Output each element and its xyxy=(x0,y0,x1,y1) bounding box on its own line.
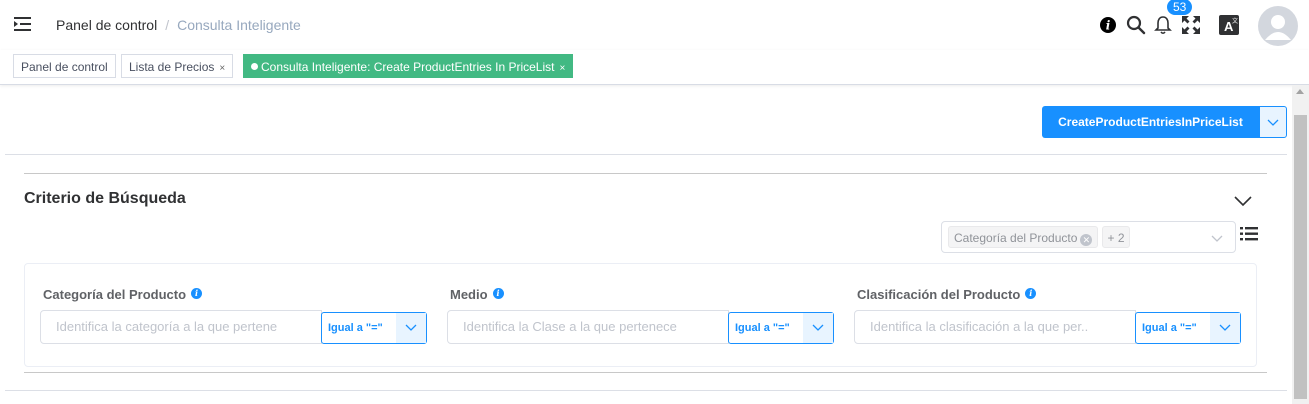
field-label-text: Medio xyxy=(450,287,488,302)
info-icon[interactable]: i xyxy=(191,288,203,299)
create-product-entries-button[interactable]: CreateProductEntriesInPriceList xyxy=(1042,106,1259,138)
operator-label: Igual a "=" xyxy=(735,322,790,334)
operator-select[interactable]: Igual a "=" xyxy=(728,312,834,344)
avatar[interactable] xyxy=(1258,6,1298,46)
action-dropdown-button[interactable] xyxy=(1259,106,1287,138)
tag-label: Lista de Precios xyxy=(129,60,215,74)
scroll-up-icon[interactable] xyxy=(1296,89,1304,94)
translate-icon[interactable]: A文 xyxy=(1219,15,1239,40)
tag-consulta-inteligente[interactable]: Consulta Inteligente: Create ProductEntr… xyxy=(243,54,574,78)
svg-text:i: i xyxy=(1106,19,1111,33)
divider xyxy=(24,372,1267,373)
tag-label: Panel de control xyxy=(21,60,108,74)
info-icon[interactable]: i xyxy=(1025,288,1037,299)
scrollbar-thumb[interactable] xyxy=(1294,115,1307,399)
search-criteria-title: Criterio de Búsqueda xyxy=(24,190,186,207)
tag-lista-de-precios[interactable]: Lista de Precios × xyxy=(121,54,234,78)
classification-input[interactable]: Identifica la clasificación a la que per… xyxy=(854,310,1136,344)
tag-label: Consulta Inteligente: Create ProductEntr… xyxy=(261,60,555,74)
operator-select[interactable]: Igual a "=" xyxy=(321,312,427,344)
close-icon[interactable]: × xyxy=(559,63,565,74)
chip-close-icon[interactable]: ✕ xyxy=(1080,234,1093,246)
field-label: Medio i xyxy=(450,287,504,302)
svg-text:文: 文 xyxy=(1232,17,1238,25)
info-icon[interactable]: i xyxy=(492,288,504,299)
divider xyxy=(5,154,1287,155)
field-label: Categoría del Producto i xyxy=(43,287,203,302)
list-icon[interactable] xyxy=(1240,226,1258,249)
field-label-text: Clasificación del Producto xyxy=(857,287,1021,302)
chevron-down-icon xyxy=(1211,231,1223,249)
operator-select[interactable]: Igual a "=" xyxy=(1135,312,1241,344)
breadcrumb-current: Consulta Inteligente xyxy=(177,17,301,33)
breadcrumb-home[interactable]: Panel de control xyxy=(56,17,157,33)
bell-icon[interactable] xyxy=(1154,15,1172,40)
fullscreen-icon[interactable] xyxy=(1181,15,1201,40)
navbar: Panel de control / Consulta Inteligente i … xyxy=(0,0,1309,50)
menu-fold-icon[interactable] xyxy=(14,15,32,33)
chevron-down-icon xyxy=(1219,324,1231,331)
scrollbar[interactable] xyxy=(1292,85,1309,404)
tag-panel-de-control[interactable]: Panel de control xyxy=(13,54,116,78)
chevron-down-icon xyxy=(1267,119,1279,126)
chip-label: Categoría del Producto xyxy=(954,231,1078,245)
info-icon[interactable]: i xyxy=(1099,16,1117,39)
field-label-text: Categoría del Producto xyxy=(43,287,187,302)
operator-dropdown[interactable] xyxy=(1210,313,1240,343)
search-icon[interactable] xyxy=(1126,15,1146,40)
operator-dropdown[interactable] xyxy=(396,313,426,343)
notification-badge: 53 xyxy=(1166,0,1194,16)
active-dot-icon xyxy=(251,63,258,70)
more-fields-chip: + 2 xyxy=(1102,226,1130,248)
criteria-field-select[interactable]: Categoría del Producto ✕ + 2 xyxy=(941,221,1236,253)
close-icon[interactable]: × xyxy=(219,63,225,74)
selected-field-chip: Categoría del Producto ✕ xyxy=(948,226,1099,248)
collapse-chevron-icon[interactable] xyxy=(1234,194,1252,212)
category-input[interactable]: Identifica la categoría a la que pertene xyxy=(40,310,322,344)
divider xyxy=(5,390,1287,391)
chevron-down-icon xyxy=(405,324,417,331)
operator-label: Igual a "=" xyxy=(328,322,383,334)
breadcrumb: Panel de control / Consulta Inteligente xyxy=(56,17,301,33)
field-label: Clasificación del Producto i xyxy=(857,287,1037,302)
tags-view: Panel de control Lista de Precios × Consu… xyxy=(0,50,1309,85)
chevron-down-icon xyxy=(812,324,824,331)
operator-label: Igual a "=" xyxy=(1142,322,1197,334)
divider xyxy=(24,173,1267,174)
operator-dropdown[interactable] xyxy=(803,313,833,343)
medio-input[interactable]: Identifica la Clase a la que pertenece xyxy=(447,310,729,344)
breadcrumb-separator: / xyxy=(165,17,170,33)
